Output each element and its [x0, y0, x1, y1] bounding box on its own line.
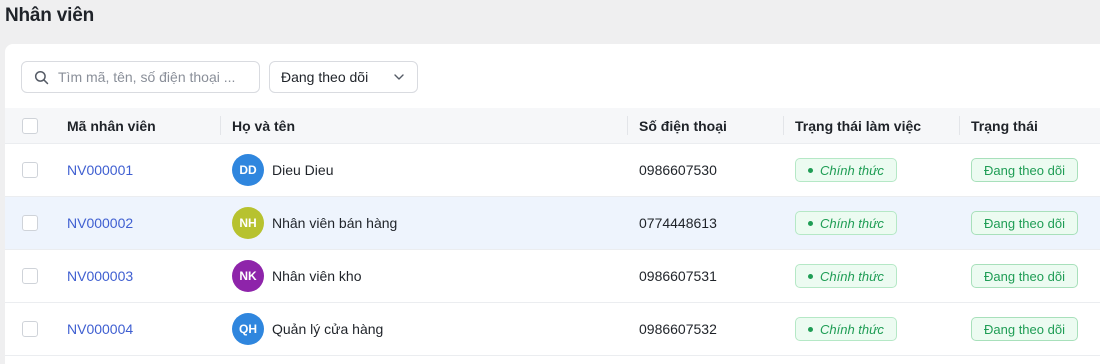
table-row[interactable]: NV000004 QH Quản lý cửa hàng 0986607532 …: [5, 303, 1100, 356]
employee-table: Mã nhân viên Họ và tên Số điện thoại Trạ…: [5, 108, 1100, 356]
avatar: NK: [232, 260, 264, 292]
status-filter-value: Đang theo dõi: [281, 69, 369, 85]
status-badge: Đang theo dõi: [971, 264, 1078, 288]
status-dot-icon: [808, 167, 813, 173]
toolbar: Đang theo dõi: [21, 61, 418, 93]
employee-code-link[interactable]: NV000003: [67, 268, 133, 284]
header-work-status[interactable]: Trạng thái làm việc: [783, 108, 959, 143]
status-badge: Đang theo dõi: [971, 158, 1078, 182]
avatar: NH: [232, 207, 264, 239]
header-phone[interactable]: Số điện thoại: [627, 108, 783, 143]
work-status-label: Chính thức: [820, 268, 884, 284]
status-dot-icon: [808, 273, 813, 279]
work-status-label: Chính thức: [820, 321, 884, 337]
employee-phone: 0986607531: [639, 268, 717, 284]
employee-phone: 0986607532: [639, 321, 717, 337]
employee-name: Nhân viên kho: [272, 268, 362, 284]
header-name[interactable]: Họ và tên: [220, 108, 627, 143]
employee-name: Nhân viên bán hàng: [272, 215, 398, 231]
work-status-badge: Chính thức: [795, 317, 897, 341]
employee-code-link[interactable]: NV000002: [67, 215, 133, 231]
work-status-badge: Chính thức: [795, 264, 897, 288]
work-status-badge: Chính thức: [795, 211, 897, 235]
row-checkbox[interactable]: [22, 268, 38, 284]
work-status-label: Chính thức: [820, 162, 884, 178]
row-checkbox[interactable]: [22, 321, 38, 337]
status-badge: Đang theo dõi: [971, 211, 1078, 235]
status-filter-select[interactable]: Đang theo dõi: [269, 61, 418, 93]
search-icon: [34, 70, 49, 84]
select-all-checkbox[interactable]: [22, 117, 38, 134]
status-dot-icon: [808, 326, 813, 332]
table-row[interactable]: NV000001 DD Dieu Dieu 0986607530 Chính t…: [5, 144, 1100, 197]
employee-name: Quản lý cửa hàng: [272, 321, 384, 337]
employee-phone: 0986607530: [639, 162, 717, 178]
avatar: QH: [232, 313, 264, 345]
employee-name: Dieu Dieu: [272, 162, 334, 178]
employee-card: Đang theo dõi Mã nhân viên Họ và tên Số …: [5, 44, 1100, 364]
header-code[interactable]: Mã nhân viên: [55, 108, 220, 143]
header-status[interactable]: Trạng thái: [959, 108, 1100, 143]
employee-code-link[interactable]: NV000001: [67, 162, 133, 178]
employee-phone: 0774448613: [639, 215, 717, 231]
table-row[interactable]: NV000003 NK Nhân viên kho 0986607531 Chí…: [5, 250, 1100, 303]
work-status-label: Chính thức: [820, 215, 884, 231]
table-header-row: Mã nhân viên Họ và tên Số điện thoại Trạ…: [5, 108, 1100, 144]
status-dot-icon: [808, 220, 813, 226]
search-box[interactable]: [21, 61, 260, 93]
page-title: Nhân viên: [5, 5, 94, 26]
avatar: DD: [232, 154, 264, 186]
search-input[interactable]: [58, 69, 258, 85]
work-status-badge: Chính thức: [795, 158, 897, 182]
employee-code-link[interactable]: NV000004: [67, 321, 133, 337]
chevron-down-icon: [394, 74, 404, 80]
status-badge: Đang theo dõi: [971, 317, 1078, 341]
row-checkbox[interactable]: [22, 162, 38, 178]
table-row[interactable]: NV000002 NH Nhân viên bán hàng 077444861…: [5, 197, 1100, 250]
row-checkbox[interactable]: [22, 215, 38, 231]
